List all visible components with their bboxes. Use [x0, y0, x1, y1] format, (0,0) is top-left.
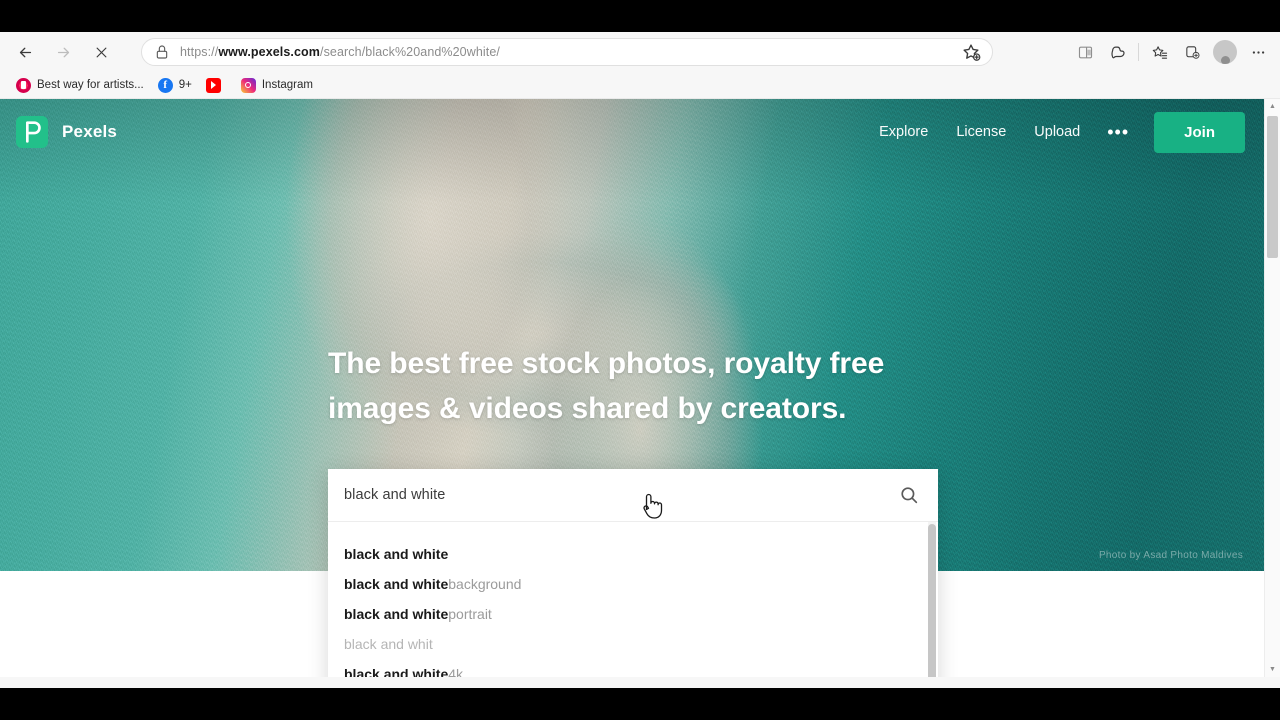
suggestion-item[interactable]: black and white	[328, 539, 938, 569]
suggestion-match: black and white	[344, 606, 449, 622]
suggestion-rest: portrait	[448, 606, 492, 622]
suggestion-match: black and white	[344, 576, 449, 592]
pexels-logo-icon	[16, 116, 48, 148]
page-viewport: Photo by Asad Photo Maldives Pexels Expl…	[0, 99, 1280, 677]
suggestion-list: black and white black and white backgroun…	[328, 522, 938, 677]
add-favorite-star-icon[interactable]	[960, 41, 982, 63]
toolbar-divider	[1138, 43, 1139, 61]
address-bar[interactable]: https://www.pexels.com/search/black%20an…	[141, 38, 993, 66]
forward-button[interactable]	[46, 37, 80, 67]
bookmark-item[interactable]: Best way for artists...	[10, 75, 150, 96]
suggestion-match: black and white	[344, 666, 449, 677]
bookmark-item[interactable]: f 9+	[152, 75, 198, 96]
copilot-icon[interactable]	[1102, 37, 1134, 67]
url-path: /search/black%20and%20white/	[320, 45, 500, 59]
page-scrollbar[interactable]: ▲ ▼	[1264, 99, 1280, 677]
nav-item-upload[interactable]: Upload	[1020, 116, 1094, 148]
bookmark-label: 9+	[178, 79, 192, 91]
join-button[interactable]: Join	[1154, 111, 1245, 153]
pexels-bookmark-icon	[16, 77, 31, 93]
instagram-icon	[240, 77, 256, 93]
bookmark-item[interactable]	[200, 75, 233, 96]
stop-loading-button[interactable]	[84, 37, 118, 67]
browser-window: https://www.pexels.com/search/black%20an…	[0, 32, 1280, 688]
search-input[interactable]: black and white	[344, 487, 898, 503]
url-domain: www.pexels.com	[218, 45, 320, 59]
suggestion-item[interactable]: black and white 4k	[328, 659, 938, 677]
profile-avatar-icon[interactable]	[1209, 37, 1241, 67]
letterbox-top	[0, 0, 1280, 32]
bookmark-label: Instagram	[261, 79, 313, 91]
youtube-icon	[205, 77, 221, 93]
site-header: Pexels Explore License Upload ••• Join	[0, 107, 1245, 157]
photo-credit: Photo by Asad Photo Maldives	[1098, 550, 1243, 561]
browser-toolbar: https://www.pexels.com/search/black%20an…	[0, 32, 1280, 72]
scrollbar-thumb[interactable]	[1267, 116, 1278, 258]
toolbar-actions	[1069, 32, 1274, 72]
page-title: The best free stock photos, royalty free…	[328, 347, 885, 426]
url-scheme: https://	[180, 45, 219, 59]
suggestion-item[interactable]: black and whit	[328, 629, 938, 659]
mouse-cursor	[638, 489, 664, 526]
search-widget: black and white black and white black and…	[328, 469, 938, 677]
search-box[interactable]: black and white	[328, 469, 938, 521]
suggestion-rest: background	[448, 576, 522, 592]
lock-icon	[154, 44, 170, 60]
bookmarks-bar: Best way for artists... f 9+ Instagram	[0, 72, 1280, 99]
suggestion-item[interactable]: black and white portrait	[328, 599, 938, 629]
suggestion-match: black and whit	[344, 636, 433, 652]
facebook-icon: f	[157, 77, 173, 93]
url-text: https://www.pexels.com/search/black%20an…	[180, 45, 500, 59]
collections-icon[interactable]	[1143, 37, 1175, 67]
scroll-up-icon[interactable]: ▲	[1265, 99, 1280, 114]
search-suggestions: black and white black and white backgroun…	[328, 521, 938, 677]
address-bar-actions	[960, 41, 982, 63]
site-nav: Explore License Upload ••• Join	[865, 111, 1245, 153]
suggestions-scroll-thumb[interactable]	[928, 524, 936, 677]
brand-name: Pexels	[62, 122, 118, 141]
navigation-buttons	[8, 32, 118, 72]
site-brand[interactable]: Pexels	[16, 116, 117, 148]
search-magnifier-icon[interactable]	[898, 484, 920, 506]
nav-more-icon[interactable]: •••	[1094, 123, 1142, 141]
scroll-down-icon[interactable]: ▼	[1265, 662, 1280, 677]
split-screen-icon[interactable]	[1069, 37, 1101, 67]
browser-essentials-icon[interactable]	[1176, 37, 1208, 67]
suggestion-item[interactable]: black and white background	[328, 569, 938, 599]
bookmark-label: Best way for artists...	[37, 79, 144, 91]
nav-item-explore[interactable]: Explore	[865, 116, 942, 148]
suggestion-rest: 4k	[448, 666, 464, 677]
suggestion-match: black and white	[344, 546, 449, 562]
back-button[interactable]	[8, 37, 42, 67]
bookmark-item[interactable]: Instagram	[235, 75, 319, 96]
letterbox-bottom	[0, 688, 1280, 720]
nav-item-license[interactable]: License	[942, 116, 1020, 148]
settings-more-icon[interactable]	[1242, 37, 1274, 67]
